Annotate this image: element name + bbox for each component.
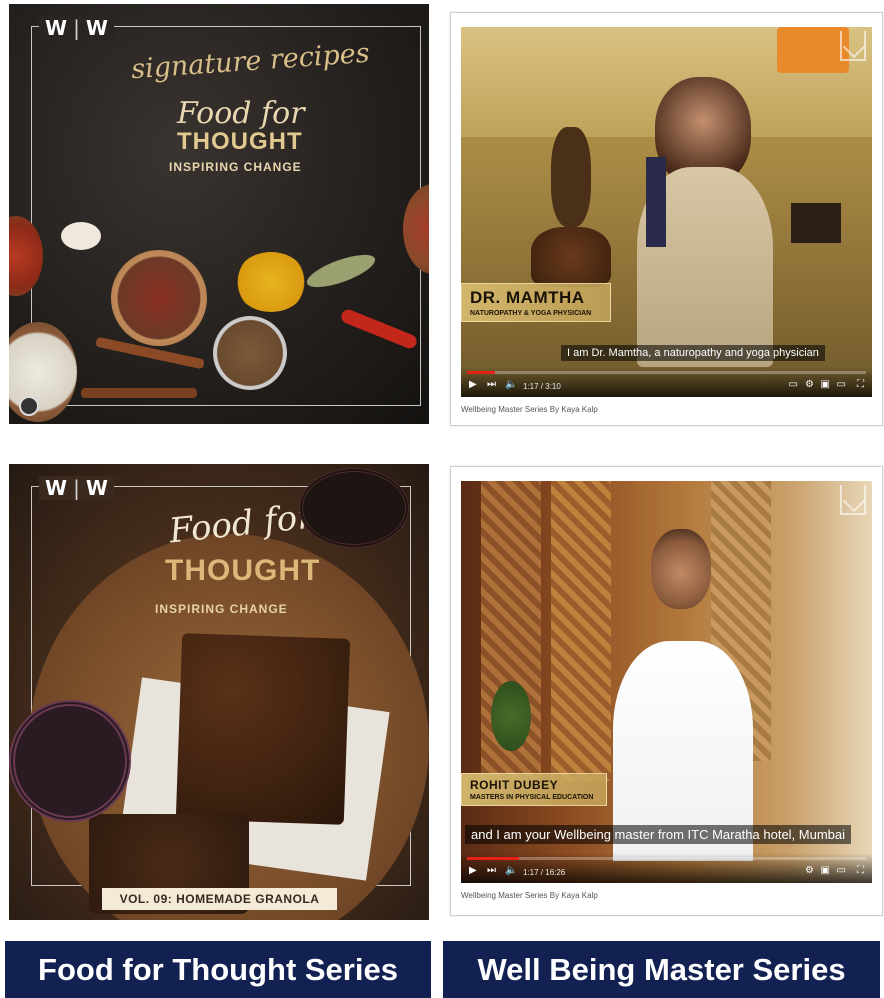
gear-icon[interactable]: ⚙ bbox=[805, 865, 814, 877]
garlic-clove-image bbox=[61, 222, 101, 250]
player-control-bar: ▶ ⏭ 🔈 1:17 / 16:26 ⚙ ▣ ▭ ⛶ bbox=[461, 853, 872, 883]
volume-label: VOL. 09: HOMEMADE GRANOLA bbox=[102, 888, 337, 910]
video-player[interactable]: DR. MAMTHA NATUROPATHY & YOGA PHYSICIAN … bbox=[461, 27, 872, 397]
brand-logo-left: W bbox=[45, 476, 68, 500]
speaker-shawl-image bbox=[646, 157, 666, 247]
play-icon[interactable]: ▶ bbox=[469, 379, 477, 391]
decorative-wicker-ball-image bbox=[9, 700, 131, 822]
peppercorn-bowl-image bbox=[111, 250, 207, 346]
speaker-role: NATUROPATHY & YOGA PHYSICIAN bbox=[470, 310, 592, 317]
lattice-screen-image-2 bbox=[551, 481, 611, 781]
sculpture-pot-image bbox=[531, 227, 611, 287]
fullscreen-icon[interactable]: ⛶ bbox=[857, 865, 864, 877]
thought-title: THOUGHT bbox=[165, 554, 321, 587]
theater-mode-icon[interactable]: ▭ bbox=[837, 379, 846, 391]
well-being-master-series-label: Well Being Master Series bbox=[443, 941, 880, 998]
speaker-portrait-image bbox=[651, 529, 711, 609]
next-icon[interactable]: ⏭ bbox=[487, 379, 496, 391]
brand-logo-right: W bbox=[85, 16, 108, 40]
food-for-thought-card-1[interactable]: W | W signature recipes Food for THOUGHT… bbox=[9, 4, 429, 424]
brand-logo-separator: | bbox=[73, 16, 80, 40]
progress-bar[interactable] bbox=[467, 857, 866, 860]
brand-logo-separator: | bbox=[73, 476, 80, 500]
decorative-wicker-ball-image-2 bbox=[299, 468, 409, 548]
volume-icon[interactable]: 🔈 bbox=[505, 379, 517, 391]
inspiring-change-tagline: INSPIRING CHANGE bbox=[155, 602, 288, 616]
theater-mode-icon[interactable]: ▭ bbox=[837, 865, 846, 877]
speaker-name-plate: ROHIT DUBEY MASTERS IN PHYSICAL EDUCATIO… bbox=[461, 773, 607, 806]
food-for-title: Food for bbox=[177, 96, 305, 131]
lamp-shade-image bbox=[777, 27, 849, 73]
progress-fill bbox=[467, 371, 495, 374]
time-display: 1:17 / 3:10 bbox=[523, 382, 561, 391]
fullscreen-icon[interactable]: ⛶ bbox=[857, 379, 864, 391]
profile-avatar-icon[interactable] bbox=[19, 396, 39, 416]
brand-watermark-icon bbox=[840, 31, 866, 61]
brand-logo: W | W bbox=[39, 16, 114, 40]
granola-bar-image bbox=[175, 633, 351, 825]
cinnamon-stick-image-2 bbox=[81, 388, 197, 398]
food-for-thought-card-2[interactable]: W | W Food for THOUGHT INSPIRING CHANGE … bbox=[9, 464, 429, 920]
miniplayer-icon[interactable]: ▣ bbox=[821, 379, 830, 391]
brand-logo-left: W bbox=[45, 16, 68, 40]
miniplayer-icon[interactable]: ▣ bbox=[821, 865, 830, 877]
subtitles-icon[interactable]: ▭ bbox=[789, 379, 798, 391]
player-control-bar: ▶ ⏭ 🔈 1:17 / 3:10 ▭ ⚙ ▣ ▭ ⛶ bbox=[461, 367, 872, 397]
thought-title: THOUGHT bbox=[177, 128, 303, 155]
speaker-name-plate: DR. MAMTHA NATUROPATHY & YOGA PHYSICIAN bbox=[461, 283, 611, 322]
speaker-name: ROHIT DUBEY bbox=[470, 778, 559, 792]
subtitle-caption: and I am your Wellbeing master from ITC … bbox=[465, 825, 852, 844]
progress-fill bbox=[467, 857, 519, 860]
play-icon[interactable]: ▶ bbox=[469, 865, 477, 877]
volume-icon[interactable]: 🔈 bbox=[505, 865, 517, 877]
progress-bar[interactable] bbox=[467, 371, 866, 374]
brand-logo: W | W bbox=[39, 476, 114, 500]
channel-caption[interactable]: Wellbeing Master Series By Kaya Kalp bbox=[461, 405, 598, 414]
cumin-bowl-image bbox=[213, 316, 287, 390]
gear-icon[interactable]: ⚙ bbox=[805, 379, 814, 391]
video-card-dr-mamtha[interactable]: DR. MAMTHA NATUROPATHY & YOGA PHYSICIAN … bbox=[450, 12, 883, 426]
time-display: 1:17 / 16:26 bbox=[523, 868, 566, 877]
speaker-name: DR. MAMTHA bbox=[470, 288, 585, 307]
food-for-thought-series-label: Food for Thought Series bbox=[5, 941, 431, 998]
speaker-role: MASTERS IN PHYSICAL EDUCATION bbox=[470, 794, 594, 801]
brand-watermark-icon bbox=[840, 485, 866, 515]
lamp-base-image bbox=[791, 203, 841, 243]
subtitle-caption: I am Dr. Mamtha, a naturopathy and yoga … bbox=[561, 345, 825, 361]
brand-logo-right: W bbox=[85, 476, 108, 500]
channel-caption[interactable]: Wellbeing Master Series By Kaya Kalp bbox=[461, 891, 598, 900]
next-icon[interactable]: ⏭ bbox=[487, 865, 496, 877]
sculpture-image bbox=[551, 127, 591, 227]
inspiring-change-tagline: INSPIRING CHANGE bbox=[169, 160, 302, 174]
video-card-rohit-dubey[interactable]: ROHIT DUBEY MASTERS IN PHYSICAL EDUCATIO… bbox=[450, 466, 883, 916]
video-player[interactable]: ROHIT DUBEY MASTERS IN PHYSICAL EDUCATIO… bbox=[461, 481, 872, 883]
turmeric-pile-image bbox=[235, 252, 307, 312]
potted-plant-image bbox=[491, 681, 531, 751]
